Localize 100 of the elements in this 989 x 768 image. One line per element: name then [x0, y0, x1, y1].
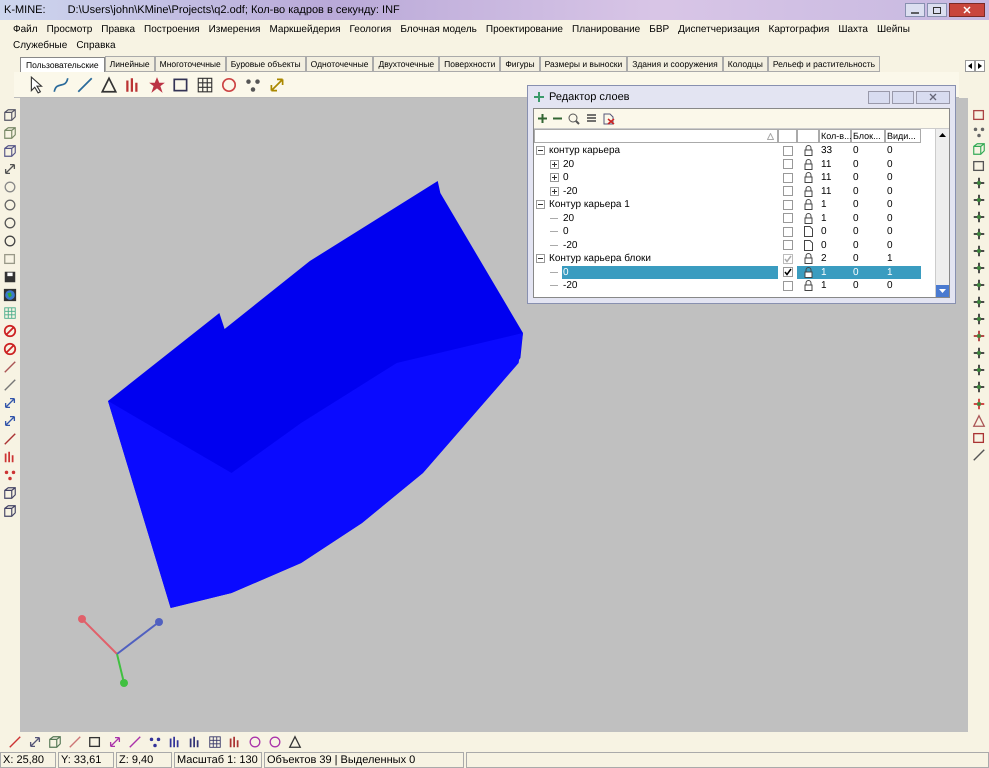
grid-icon[interactable] — [208, 735, 222, 749]
column-header[interactable]: Блок... — [851, 129, 885, 143]
dots-icon[interactable] — [148, 735, 162, 749]
menu-item[interactable]: Просмотр — [46, 22, 92, 37]
line-icon[interactable] — [3, 360, 17, 374]
triangle-icon[interactable] — [100, 76, 118, 94]
box-icon[interactable] — [972, 431, 986, 445]
box-icon[interactable] — [172, 76, 190, 94]
menu-item[interactable]: Геология — [350, 22, 392, 37]
circle-icon[interactable] — [3, 198, 17, 212]
tab[interactable]: Колодцы — [722, 56, 768, 72]
triangle-icon[interactable] — [288, 735, 302, 749]
layer-name[interactable]: -20 — [562, 184, 578, 198]
expand-icon[interactable] — [550, 186, 559, 196]
box-icon[interactable] — [88, 735, 102, 749]
line-icon[interactable] — [972, 448, 986, 462]
box-icon[interactable] — [972, 108, 986, 122]
save-icon[interactable] — [3, 270, 17, 284]
list-icon[interactable] — [586, 113, 597, 124]
checkbox[interactable] — [782, 172, 792, 183]
menu-item[interactable]: Справка — [76, 38, 116, 53]
cube-icon[interactable] — [3, 486, 17, 500]
menu-item[interactable]: Файл — [13, 22, 38, 37]
scroll-down-icon[interactable] — [936, 285, 949, 297]
column-header[interactable]: Кол-в... — [819, 129, 851, 143]
tab[interactable]: Линейные — [104, 56, 155, 72]
checkbox[interactable] — [782, 186, 792, 196]
layer-name[interactable]: -20 — [562, 238, 578, 252]
no-entry-icon[interactable] — [3, 342, 17, 356]
star-icon[interactable] — [148, 76, 166, 94]
scrollbar[interactable] — [935, 129, 949, 297]
arrow-icon[interactable] — [3, 396, 17, 410]
line-icon[interactable] — [68, 735, 82, 749]
arrow-icon[interactable] — [108, 735, 122, 749]
tab[interactable]: Фигуры — [500, 56, 540, 72]
menu-item[interactable]: Служебные — [13, 38, 68, 53]
menu-item[interactable]: БВР — [649, 22, 670, 37]
line-icon[interactable] — [3, 378, 17, 392]
close-button[interactable] — [949, 3, 985, 17]
minimize-button[interactable] — [905, 3, 925, 17]
cube-icon[interactable] — [48, 735, 62, 749]
tab[interactable]: Размеры и выноски — [540, 56, 628, 72]
layer-name[interactable]: 0 — [562, 225, 570, 238]
tab[interactable]: Двухточечные — [373, 56, 440, 72]
maximize-button[interactable] — [927, 3, 947, 17]
checkbox[interactable] — [782, 280, 792, 291]
globe-icon[interactable] — [3, 288, 17, 302]
arrows-icon[interactable] — [3, 162, 17, 176]
arrow-icon[interactable] — [3, 414, 17, 428]
dots-icon[interactable] — [972, 125, 986, 139]
layer-name[interactable]: 20 — [562, 158, 576, 171]
menu-item[interactable]: Проектирование — [486, 22, 563, 37]
menu-item[interactable]: Планирование — [572, 22, 640, 37]
menu-item[interactable]: Картография — [768, 22, 830, 37]
tab[interactable]: Буровые объекты — [226, 56, 306, 72]
tab[interactable]: Многоточечные — [154, 56, 226, 72]
grid-icon[interactable] — [196, 76, 214, 94]
expand-icon[interactable] — [550, 160, 559, 169]
collapse-icon[interactable] — [536, 146, 545, 156]
tab[interactable]: Здания и сооружения — [627, 56, 723, 72]
collapse-icon[interactable] — [536, 200, 545, 210]
delete-icon[interactable] — [603, 112, 615, 124]
checkbox[interactable] — [782, 200, 792, 210]
checkbox[interactable] — [782, 213, 792, 224]
tab[interactable]: Рельеф и растительность — [768, 56, 880, 72]
circle-icon[interactable] — [3, 180, 17, 194]
checkbox[interactable] — [782, 146, 792, 156]
layer-name[interactable]: 0 — [562, 171, 570, 184]
tab[interactable]: Поверхности — [439, 56, 500, 72]
cube-icon[interactable] — [3, 108, 17, 122]
dots-icon[interactable] — [3, 468, 17, 482]
menu-item[interactable]: Маркшейдерия — [269, 22, 341, 37]
scroll-right-button[interactable] — [975, 60, 985, 72]
line-icon[interactable] — [3, 432, 17, 446]
circle-icon[interactable] — [268, 735, 282, 749]
menu-item[interactable]: Диспетчеризация — [678, 22, 760, 37]
polyline-icon[interactable] — [76, 76, 94, 94]
tab[interactable]: Одноточечные — [306, 56, 374, 72]
menu-item[interactable]: Шахта — [838, 22, 868, 37]
tab[interactable]: Пользовательские — [20, 57, 105, 72]
layer-name[interactable]: контур карьера — [548, 144, 622, 158]
curve-icon[interactable] — [52, 76, 70, 94]
checkbox[interactable] — [782, 267, 792, 278]
menu-item[interactable]: Шейпы — [876, 22, 910, 37]
layer-name[interactable]: -20 — [562, 279, 578, 292]
cube-icon[interactable] — [3, 144, 17, 158]
line-icon[interactable] — [128, 735, 142, 749]
menu-item[interactable]: Правка — [101, 22, 136, 37]
layer-name[interactable]: Контур карьера блоки — [548, 252, 652, 266]
collapse-icon[interactable] — [536, 254, 545, 264]
checkbox[interactable] — [782, 226, 792, 237]
column-header[interactable]: Види... — [885, 129, 921, 143]
scroll-left-button[interactable] — [965, 60, 975, 72]
checkbox[interactable] — [782, 159, 792, 170]
layer-name[interactable]: Контур карьера 1 — [548, 198, 631, 212]
checkbox[interactable] — [782, 240, 792, 250]
expand-icon[interactable] — [550, 173, 559, 182]
close-button[interactable] — [916, 90, 950, 104]
circle-icon[interactable] — [220, 76, 238, 94]
box-icon[interactable] — [972, 159, 986, 173]
